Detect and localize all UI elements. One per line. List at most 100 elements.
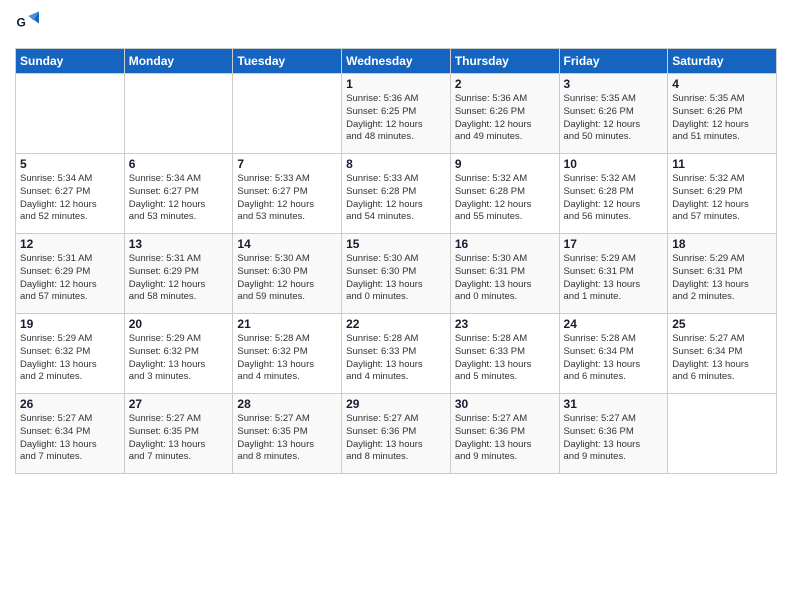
day-cell: 13Sunrise: 5:31 AM Sunset: 6:29 PM Dayli… [124, 234, 233, 314]
day-cell: 5 Sunrise: 5:34 AM Sunset: 6:27 PM Daylig… [16, 154, 125, 234]
day-number: 28 [237, 397, 337, 411]
day-number: 16 [455, 237, 555, 251]
day-number: 11 [672, 157, 772, 171]
week-row-1: 5 Sunrise: 5:34 AM Sunset: 6:27 PM Daylig… [16, 154, 777, 234]
day-number: 9 [455, 157, 555, 171]
day-cell: 6 Sunrise: 5:34 AM Sunset: 6:27 PM Daylig… [124, 154, 233, 234]
day-cell: 8 Sunrise: 5:33 AM Sunset: 6:28 PM Daylig… [342, 154, 451, 234]
day-cell: 24Sunrise: 5:28 AM Sunset: 6:34 PM Dayli… [559, 314, 668, 394]
day-cell [233, 74, 342, 154]
day-number: 23 [455, 317, 555, 331]
day-number: 20 [129, 317, 229, 331]
header-cell-thursday: Thursday [450, 49, 559, 74]
day-info: Sunrise: 5:36 AM Sunset: 6:25 PM Dayligh… [346, 93, 446, 144]
day-cell: 4 Sunrise: 5:35 AM Sunset: 6:26 PM Daylig… [668, 74, 777, 154]
day-info: Sunrise: 5:32 AM Sunset: 6:28 PM Dayligh… [455, 173, 555, 224]
day-info: Sunrise: 5:27 AM Sunset: 6:35 PM Dayligh… [129, 413, 229, 464]
day-number: 21 [237, 317, 337, 331]
day-cell: 7 Sunrise: 5:33 AM Sunset: 6:27 PM Daylig… [233, 154, 342, 234]
day-number: 22 [346, 317, 446, 331]
day-cell: 10 Sunrise: 5:32 AM Sunset: 6:28 PM Dayli… [559, 154, 668, 234]
day-number: 2 [455, 77, 555, 91]
day-number: 24 [564, 317, 664, 331]
day-number: 18 [672, 237, 772, 251]
day-info: Sunrise: 5:30 AM Sunset: 6:30 PM Dayligh… [346, 253, 446, 304]
day-cell [668, 394, 777, 474]
day-info: Sunrise: 5:28 AM Sunset: 6:33 PM Dayligh… [455, 333, 555, 384]
day-cell: 14 Sunrise: 5:30 AM Sunset: 6:30 PM Dayli… [233, 234, 342, 314]
logo-icon: G [15, 10, 45, 40]
day-number: 8 [346, 157, 446, 171]
header-cell-saturday: Saturday [668, 49, 777, 74]
header-cell-monday: Monday [124, 49, 233, 74]
day-cell: 19Sunrise: 5:29 AM Sunset: 6:32 PM Dayli… [16, 314, 125, 394]
svg-text:G: G [17, 16, 26, 30]
day-number: 10 [564, 157, 664, 171]
day-info: Sunrise: 5:27 AM Sunset: 6:34 PM Dayligh… [672, 333, 772, 384]
day-number: 29 [346, 397, 446, 411]
day-number: 6 [129, 157, 229, 171]
day-number: 27 [129, 397, 229, 411]
header-cell-friday: Friday [559, 49, 668, 74]
day-info: Sunrise: 5:28 AM Sunset: 6:32 PM Dayligh… [237, 333, 337, 384]
day-info: Sunrise: 5:32 AM Sunset: 6:28 PM Dayligh… [564, 173, 664, 224]
day-number: 17 [564, 237, 664, 251]
day-number: 5 [20, 157, 120, 171]
day-info: Sunrise: 5:29 AM Sunset: 6:32 PM Dayligh… [129, 333, 229, 384]
day-cell: 11 Sunrise: 5:32 AM Sunset: 6:29 PM Dayli… [668, 154, 777, 234]
logo: G [15, 10, 49, 40]
calendar-table: SundayMondayTuesdayWednesdayThursdayFrid… [15, 48, 777, 474]
day-number: 14 [237, 237, 337, 251]
day-info: Sunrise: 5:30 AM Sunset: 6:31 PM Dayligh… [455, 253, 555, 304]
day-number: 25 [672, 317, 772, 331]
header-cell-wednesday: Wednesday [342, 49, 451, 74]
day-info: Sunrise: 5:31 AM Sunset: 6:29 PM Dayligh… [129, 253, 229, 304]
day-info: Sunrise: 5:27 AM Sunset: 6:35 PM Dayligh… [237, 413, 337, 464]
day-cell: 1 Sunrise: 5:36 AM Sunset: 6:25 PM Daylig… [342, 74, 451, 154]
calendar-body: 1 Sunrise: 5:36 AM Sunset: 6:25 PM Daylig… [16, 74, 777, 474]
day-cell: 25 Sunrise: 5:27 AM Sunset: 6:34 PM Dayli… [668, 314, 777, 394]
day-info: Sunrise: 5:33 AM Sunset: 6:28 PM Dayligh… [346, 173, 446, 224]
day-info: Sunrise: 5:28 AM Sunset: 6:33 PM Dayligh… [346, 333, 446, 384]
day-cell: 16 Sunrise: 5:30 AM Sunset: 6:31 PM Dayli… [450, 234, 559, 314]
day-info: Sunrise: 5:27 AM Sunset: 6:36 PM Dayligh… [564, 413, 664, 464]
day-info: Sunrise: 5:29 AM Sunset: 6:31 PM Dayligh… [672, 253, 772, 304]
header-row: SundayMondayTuesdayWednesdayThursdayFrid… [16, 49, 777, 74]
day-info: Sunrise: 5:27 AM Sunset: 6:36 PM Dayligh… [455, 413, 555, 464]
week-row-4: 26Sunrise: 5:27 AM Sunset: 6:34 PM Dayli… [16, 394, 777, 474]
day-info: Sunrise: 5:32 AM Sunset: 6:29 PM Dayligh… [672, 173, 772, 224]
day-number: 26 [20, 397, 120, 411]
day-info: Sunrise: 5:31 AM Sunset: 6:29 PM Dayligh… [20, 253, 120, 304]
day-cell: 3 Sunrise: 5:35 AM Sunset: 6:26 PM Daylig… [559, 74, 668, 154]
day-info: Sunrise: 5:33 AM Sunset: 6:27 PM Dayligh… [237, 173, 337, 224]
day-number: 1 [346, 77, 446, 91]
day-info: Sunrise: 5:27 AM Sunset: 6:36 PM Dayligh… [346, 413, 446, 464]
day-cell: 21 Sunrise: 5:28 AM Sunset: 6:32 PM Dayli… [233, 314, 342, 394]
week-row-3: 19Sunrise: 5:29 AM Sunset: 6:32 PM Dayli… [16, 314, 777, 394]
day-cell: 15 Sunrise: 5:30 AM Sunset: 6:30 PM Dayli… [342, 234, 451, 314]
day-cell: 28 Sunrise: 5:27 AM Sunset: 6:35 PM Dayli… [233, 394, 342, 474]
header-cell-sunday: Sunday [16, 49, 125, 74]
day-number: 30 [455, 397, 555, 411]
header: G [15, 10, 777, 40]
day-info: Sunrise: 5:35 AM Sunset: 6:26 PM Dayligh… [672, 93, 772, 144]
page: G SundayMondayTuesdayWednesdayThursdayFr… [0, 0, 792, 612]
day-cell: 2Sunrise: 5:36 AM Sunset: 6:26 PM Daylig… [450, 74, 559, 154]
day-number: 31 [564, 397, 664, 411]
day-info: Sunrise: 5:30 AM Sunset: 6:30 PM Dayligh… [237, 253, 337, 304]
day-number: 15 [346, 237, 446, 251]
day-number: 4 [672, 77, 772, 91]
day-number: 7 [237, 157, 337, 171]
day-cell: 12Sunrise: 5:31 AM Sunset: 6:29 PM Dayli… [16, 234, 125, 314]
day-cell: 23 Sunrise: 5:28 AM Sunset: 6:33 PM Dayli… [450, 314, 559, 394]
day-cell: 18 Sunrise: 5:29 AM Sunset: 6:31 PM Dayli… [668, 234, 777, 314]
week-row-2: 12Sunrise: 5:31 AM Sunset: 6:29 PM Dayli… [16, 234, 777, 314]
header-cell-tuesday: Tuesday [233, 49, 342, 74]
day-cell: 20 Sunrise: 5:29 AM Sunset: 6:32 PM Dayli… [124, 314, 233, 394]
day-number: 3 [564, 77, 664, 91]
calendar-header: SundayMondayTuesdayWednesdayThursdayFrid… [16, 49, 777, 74]
day-cell: 27 Sunrise: 5:27 AM Sunset: 6:35 PM Dayli… [124, 394, 233, 474]
day-info: Sunrise: 5:35 AM Sunset: 6:26 PM Dayligh… [564, 93, 664, 144]
day-info: Sunrise: 5:34 AM Sunset: 6:27 PM Dayligh… [129, 173, 229, 224]
day-info: Sunrise: 5:34 AM Sunset: 6:27 PM Dayligh… [20, 173, 120, 224]
